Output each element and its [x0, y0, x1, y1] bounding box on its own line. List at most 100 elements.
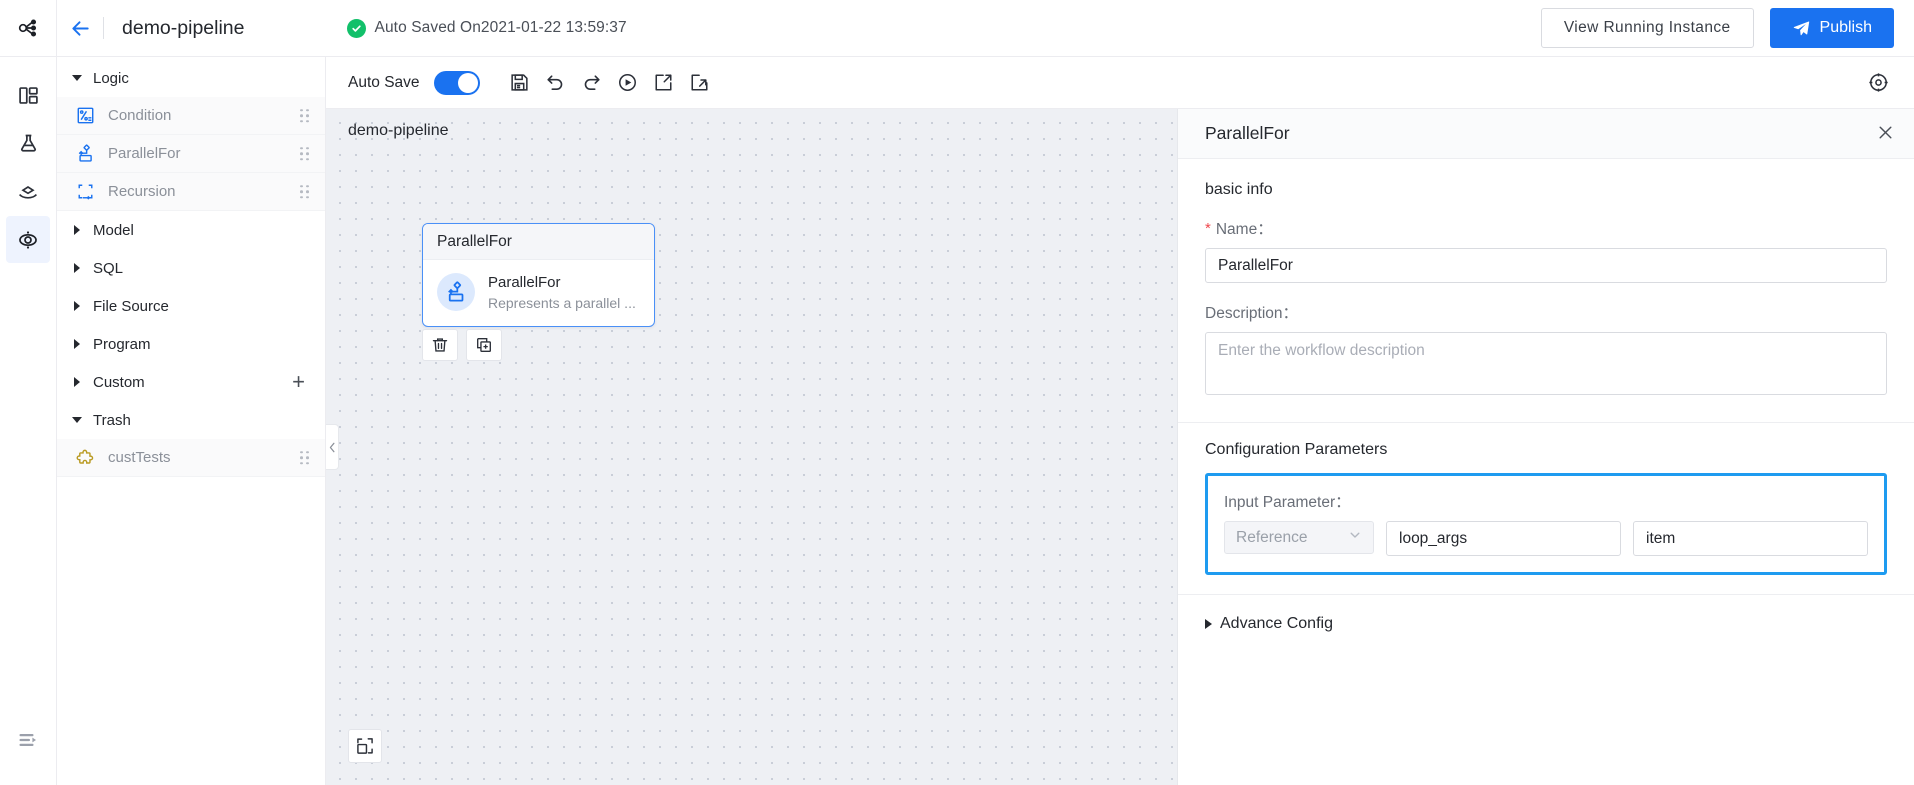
save-icon [511, 74, 528, 91]
top-header-bar: demo-pipeline Auto Saved On2021-01-22 13… [57, 0, 1914, 57]
auto-save-label: Auto Save [348, 73, 420, 91]
pipeline-editor-app: Logic Condition [0, 0, 1914, 785]
rail-collapse-toggle[interactable] [6, 716, 50, 763]
pipeline-logo-icon [18, 19, 37, 37]
main-area: demo-pipeline Auto Saved On2021-01-22 13… [57, 0, 1914, 785]
properties-title: ParallelFor [1205, 123, 1290, 143]
target-icon [1868, 73, 1888, 92]
import-button[interactable] [682, 65, 718, 101]
canvas-toolbar: Auto Save [326, 57, 1914, 109]
drag-handle-icon[interactable] [300, 450, 309, 465]
advance-config-toggle[interactable]: Advance Config [1178, 595, 1914, 633]
copy-icon [477, 338, 491, 352]
icon-rail [0, 0, 57, 785]
properties-body: basic info * Name： Description： Configur… [1178, 159, 1914, 785]
basic-info-title: basic info [1205, 181, 1273, 198]
tree-group-logic[interactable]: Logic [57, 59, 325, 97]
tree-leaf-custtests[interactable]: custTests [57, 439, 325, 477]
input-parameter-row: Reference [1224, 521, 1868, 556]
name-label-text: Name： [1215, 221, 1273, 238]
condition-icon [76, 106, 96, 126]
fit-to-screen-button[interactable] [348, 729, 382, 763]
tree-group-model[interactable]: Model [57, 211, 325, 249]
description-textarea[interactable] [1205, 332, 1887, 395]
import-icon [691, 74, 708, 91]
workspace-row: demo-pipeline ParallelFor ParallelFor Re… [326, 109, 1914, 785]
chevron-down-icon [69, 417, 85, 423]
rail-item-experiment[interactable] [6, 120, 50, 167]
back-button[interactable] [57, 0, 103, 57]
tree-leaf-label: custTests [108, 449, 171, 466]
tree-group-label: Model [93, 221, 134, 239]
copy-node-button[interactable] [466, 329, 502, 361]
tree-group-label: Custom [93, 373, 145, 391]
name-field-label: * Name： [1205, 217, 1887, 239]
drag-handle-icon[interactable] [300, 184, 309, 199]
chevron-right-icon [69, 377, 85, 387]
basic-info-section: basic info * Name： Description： [1178, 159, 1914, 400]
input-parameter-box: Input Parameter： Reference [1205, 473, 1887, 575]
auto-save-toggle[interactable] [433, 70, 480, 95]
input-parameter-value-field[interactable] [1633, 521, 1868, 556]
app-logo[interactable] [0, 0, 57, 57]
undo-button[interactable] [538, 65, 574, 101]
undo-icon [547, 75, 563, 90]
delete-node-button[interactable] [422, 329, 458, 361]
autosave-status: Auto Saved On2021-01-22 13:59:37 [346, 18, 627, 38]
tree-group-label: File Source [93, 297, 169, 315]
tree-group-file-source[interactable]: File Source [57, 287, 325, 325]
toggle-knob [457, 72, 478, 93]
close-icon[interactable] [1877, 123, 1894, 145]
flask-icon [20, 134, 36, 152]
chevron-down-icon [1348, 528, 1362, 547]
chevron-right-icon [1205, 619, 1212, 629]
rail-item-serving[interactable] [6, 168, 50, 215]
run-button[interactable] [610, 65, 646, 101]
fit-screen-icon [357, 738, 373, 754]
drag-handle-icon[interactable] [300, 108, 309, 123]
component-tree: Logic Condition ParallelFor Recursion Mo… [57, 57, 325, 785]
input-type-select[interactable]: Reference [1224, 521, 1374, 554]
input-parameter-label: Input Parameter： [1224, 494, 1351, 511]
trash-icon [432, 338, 448, 352]
tree-group-program[interactable]: Program [57, 325, 325, 363]
rail-item-pipeline[interactable] [6, 216, 50, 263]
input-parameter-key-field[interactable] [1386, 521, 1621, 556]
node-name: ParallelFor [488, 273, 561, 291]
check-circle-icon [346, 18, 366, 38]
header-divider [103, 17, 104, 39]
redo-icon [584, 75, 600, 90]
redo-button[interactable] [574, 65, 610, 101]
canvas-node-parallelfor[interactable]: ParallelFor ParallelFor Represents a par… [422, 223, 655, 327]
settings-gear-icon [19, 230, 37, 249]
save-button[interactable] [502, 65, 538, 101]
chevron-right-icon [69, 301, 85, 311]
drag-handle-icon[interactable] [300, 146, 309, 161]
tree-group-custom[interactable]: Custom + [57, 363, 325, 401]
tree-group-trash[interactable]: Trash [57, 401, 325, 439]
tree-leaf-condition[interactable]: Condition [57, 97, 325, 135]
locate-button[interactable] [1860, 65, 1896, 101]
export-button[interactable] [646, 65, 682, 101]
tree-leaf-label: Recursion [108, 183, 176, 200]
collapse-menu-icon [19, 733, 36, 746]
description-field-label: Description： [1205, 305, 1299, 322]
publish-label: Publish [1819, 19, 1872, 36]
tree-leaf-recursion[interactable]: Recursion [57, 173, 325, 211]
rail-item-dashboard[interactable] [6, 72, 50, 119]
deploy-icon [18, 185, 38, 199]
node-header: ParallelFor [423, 224, 654, 260]
pipeline-canvas[interactable]: demo-pipeline ParallelFor ParallelFor Re… [326, 109, 1177, 785]
add-custom-button[interactable]: + [292, 371, 305, 393]
properties-panel: ParallelFor basic info * Name： ParallelF… [1177, 109, 1914, 785]
name-input[interactable] [1205, 248, 1887, 283]
tree-group-sql[interactable]: SQL [57, 249, 325, 287]
dashboard-icon [18, 87, 38, 104]
tree-leaf-parallelfor[interactable]: ParallelFor [57, 135, 325, 173]
tree-leaf-label: ParallelFor [108, 145, 181, 162]
view-running-instance-button[interactable]: View Running Instance [1540, 8, 1754, 48]
publish-button[interactable]: Publish [1769, 8, 1894, 48]
run-icon [619, 74, 637, 91]
panel-collapse-handle[interactable] [326, 424, 339, 470]
node-description: Represents a parallel ... [488, 294, 636, 311]
